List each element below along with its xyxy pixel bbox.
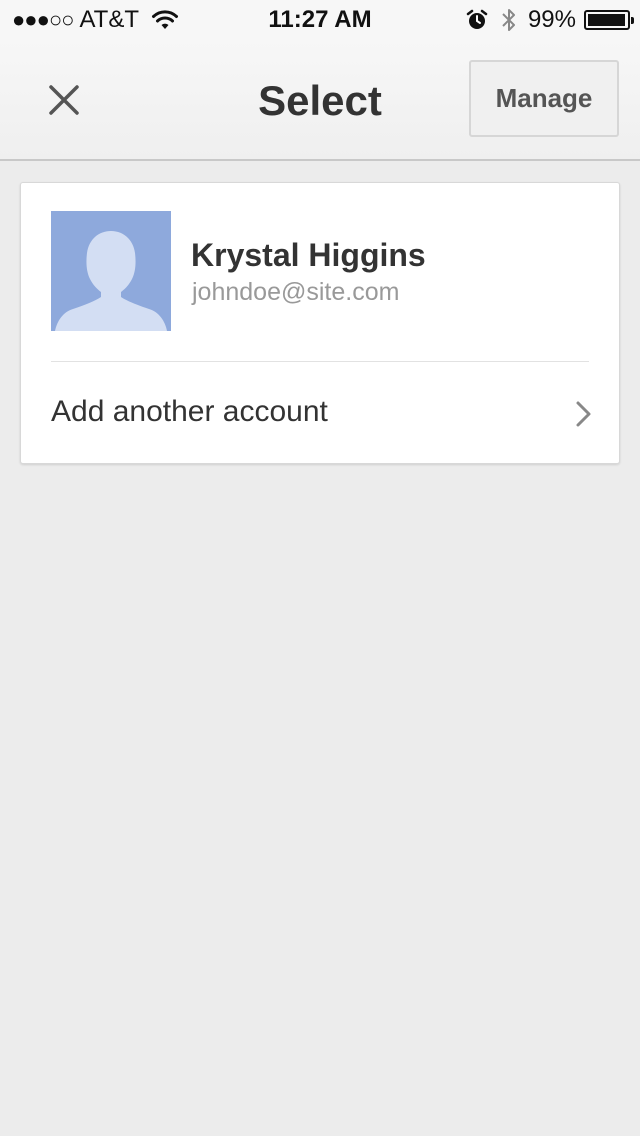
nav-bar: Select Manage (0, 40, 640, 161)
status-right: 99% (466, 6, 634, 34)
battery-tip (631, 17, 634, 24)
battery-percent: 99% (527, 6, 576, 33)
battery-icon (584, 10, 634, 30)
manage-button[interactable]: Manage (469, 60, 619, 137)
status-bar: ●●●○○ AT&T 11:27 AM 99% (0, 0, 640, 40)
default-avatar-icon (55, 231, 167, 331)
battery-fill (588, 14, 625, 26)
avatar (51, 211, 171, 331)
add-account-label: Add another account (51, 395, 328, 428)
account-row[interactable]: Krystal Higgins johndoe@site.com (21, 183, 619, 361)
bluetooth-icon (502, 9, 515, 31)
account-email: johndoe@site.com (192, 278, 400, 306)
alarm-icon (466, 9, 488, 29)
add-account-row[interactable]: Add another account (21, 362, 619, 464)
account-card: Krystal Higgins johndoe@site.com Add ano… (20, 182, 620, 464)
account-name: Krystal Higgins (191, 237, 426, 273)
chevron-right-icon (576, 401, 591, 427)
